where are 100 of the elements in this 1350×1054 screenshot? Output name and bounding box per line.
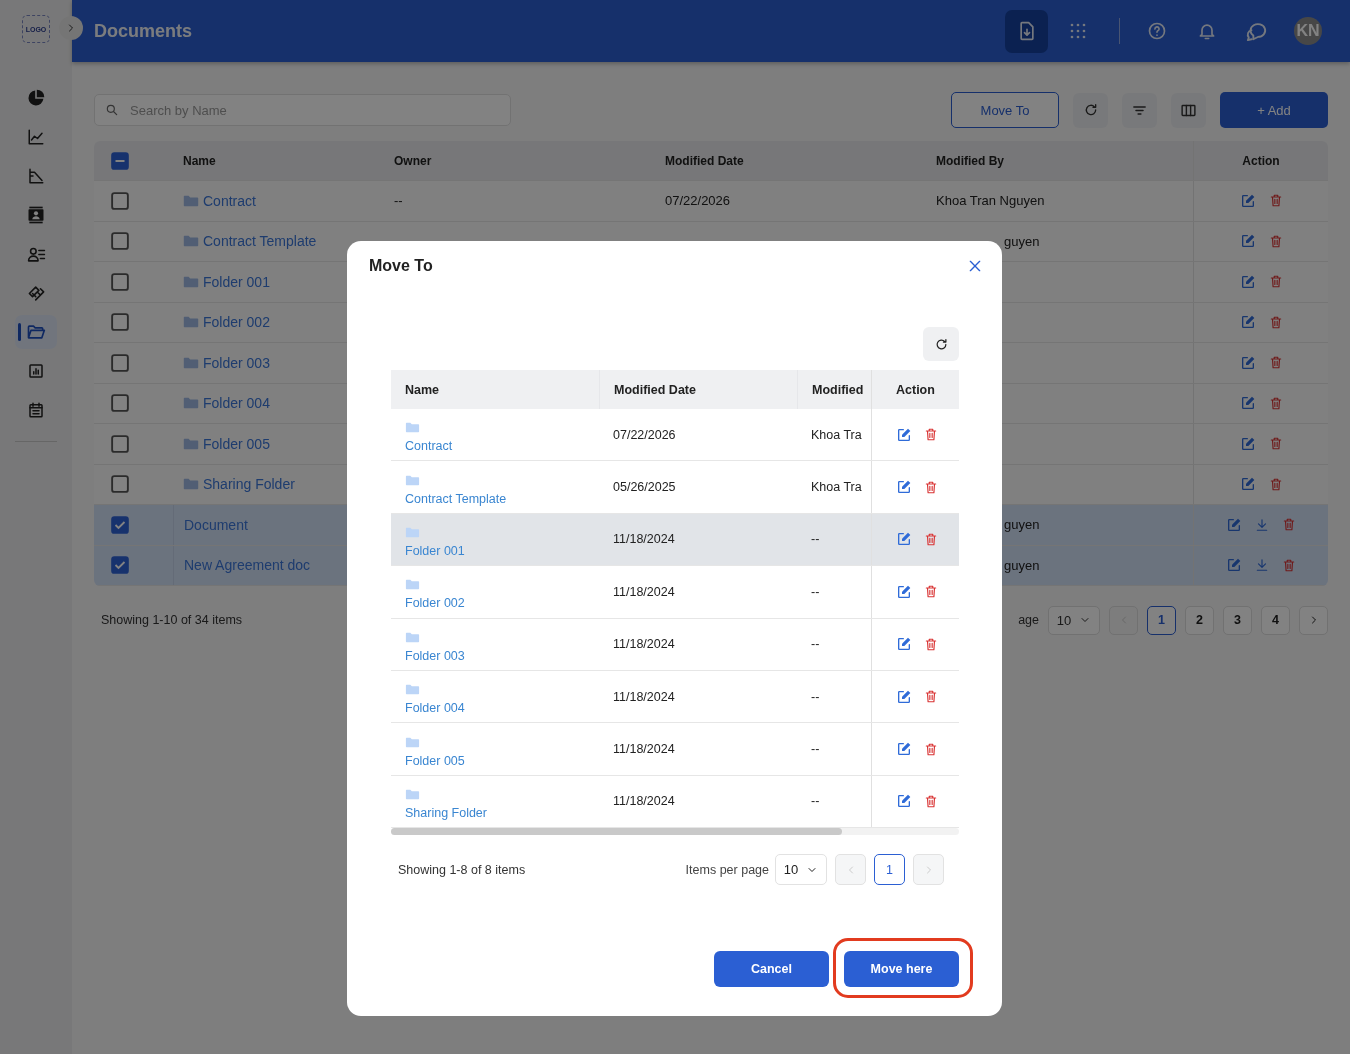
trash-icon: [1268, 193, 1283, 209]
folder-link[interactable]: Sharing Folder: [203, 476, 295, 493]
folder-link[interactable]: Sharing Folder: [405, 805, 487, 820]
refresh-button[interactable]: [1073, 92, 1108, 128]
folder-link[interactable]: Folder 001: [405, 543, 465, 558]
folder-icon: [405, 631, 420, 643]
table-cell: 11/18/2024: [613, 794, 675, 809]
folder-link[interactable]: Contract: [203, 192, 256, 209]
folder-link[interactable]: Folder 002: [405, 596, 465, 611]
item-count: Showing 1-8 of 8 items: [398, 862, 526, 877]
scrollbar[interactable]: [391, 828, 959, 836]
folder-link[interactable]: Folder 002: [203, 314, 270, 331]
calendar-icon: [27, 401, 45, 419]
folder-icon: [405, 474, 420, 486]
folder-icon: [183, 316, 199, 329]
table-row[interactable]: Folder 002 11/18/2024 --: [391, 566, 959, 619]
table-row[interactable]: Contract 07/22/2026 Khoa Tra: [391, 409, 959, 462]
table-cell: --: [811, 742, 820, 757]
column-header: Modified Date: [614, 382, 696, 397]
checkbox[interactable]: [111, 151, 129, 170]
page-button[interactable]: 2: [1185, 605, 1214, 635]
item-count: Showing 1-10 of 34 items: [101, 613, 243, 627]
edit-icon: [1239, 435, 1256, 452]
table-row[interactable]: Folder 004 11/18/2024 --: [391, 670, 959, 724]
checkbox[interactable]: [111, 475, 129, 494]
selected-row[interactable]: Folder 001 11/18/2024 --: [391, 513, 959, 567]
folder-link[interactable]: Contract: [405, 439, 453, 454]
trash-icon: [924, 584, 938, 600]
expand-button[interactable]: [59, 16, 83, 40]
folder-icon: [183, 194, 199, 207]
move-to-button[interactable]: Move To: [951, 92, 1059, 128]
checkbox[interactable]: [111, 394, 129, 413]
cancel-button[interactable]: Cancel: [714, 951, 829, 987]
contact-card-icon: [26, 205, 46, 225]
folder-link[interactable]: Folder 005: [405, 753, 465, 768]
columns-button[interactable]: [1171, 92, 1206, 128]
document-link[interactable]: New Agreement doc: [184, 557, 311, 574]
folder-icon: [405, 526, 420, 538]
checkbox[interactable]: [111, 556, 129, 575]
folder-link[interactable]: Folder 004: [405, 701, 465, 716]
checkbox[interactable]: [111, 191, 129, 210]
document-link[interactable]: Document: [184, 516, 248, 533]
trash-icon: [924, 741, 938, 757]
checkbox[interactable]: [111, 515, 129, 534]
checkbox[interactable]: [111, 232, 129, 251]
checkbox[interactable]: [111, 353, 129, 372]
edit-icon: [1239, 476, 1256, 493]
edit-icon: [1226, 557, 1242, 574]
column-header: Modified Date: [665, 153, 744, 168]
add-button[interactable]: + Add: [1220, 92, 1328, 128]
folder-icon: [405, 788, 420, 800]
folder-link[interactable]: Folder 003: [203, 354, 270, 371]
per-page-select[interactable]: 10: [775, 854, 827, 886]
folder-link[interactable]: Folder 004: [203, 395, 270, 412]
edit-icon: [1239, 233, 1256, 250]
table-cell: 11/18/2024: [613, 742, 675, 757]
toolbar-button[interactable]: [1005, 9, 1048, 53]
folder-link[interactable]: Folder 001: [203, 273, 270, 290]
page-button[interactable]: 3: [1223, 605, 1252, 635]
trash-icon: [1282, 517, 1296, 533]
edit-icon: [1239, 354, 1256, 371]
table-row[interactable]: Folder 005 11/18/2024 --: [391, 723, 959, 776]
page-title: Documents: [94, 20, 193, 42]
table-cell: Khoa Tran Nguyen: [936, 193, 1045, 209]
refresh-button[interactable]: [923, 327, 959, 361]
edit-icon: [896, 636, 912, 653]
folder-link[interactable]: Contract Template: [405, 491, 507, 506]
chart-icon: [27, 167, 45, 185]
column-header: Modified By: [936, 153, 1004, 168]
table-cell: --: [394, 193, 403, 209]
per-page-select[interactable]: 10: [1048, 605, 1100, 635]
checkbox[interactable]: [111, 313, 129, 332]
table-cell: guyen: [1004, 557, 1040, 573]
checkbox[interactable]: [111, 272, 129, 291]
table-row[interactable]: Sharing Folder 11/18/2024 --: [391, 775, 959, 829]
handshake-icon: [26, 283, 46, 303]
apps-grid-icon: [1068, 22, 1087, 40]
folder-link[interactable]: Folder 003: [405, 648, 465, 663]
edit-icon: [1226, 516, 1242, 533]
page-button[interactable]: 4: [1261, 605, 1290, 635]
trash-icon: [924, 689, 938, 705]
trash-icon: [1282, 557, 1296, 573]
help-icon: [1147, 21, 1167, 41]
column-header: Modified: [812, 382, 864, 397]
trash-icon: [924, 427, 938, 443]
page-button[interactable]: 1: [874, 854, 905, 886]
column-header: Owner: [394, 153, 432, 168]
page-button[interactable]: 1: [1147, 605, 1176, 635]
close-button[interactable]: [967, 258, 983, 274]
folder-icon: [183, 235, 199, 248]
move-here-button[interactable]: Move here: [844, 951, 959, 987]
folder-link[interactable]: Folder 005: [203, 435, 270, 452]
table-row[interactable]: Contract Template 05/26/2025 Khoa Tra: [391, 461, 959, 514]
nav-item[interactable]: [15, 315, 57, 349]
table-row[interactable]: Folder 003 11/18/2024 --: [391, 618, 959, 671]
folder-icon: [183, 478, 199, 491]
checkbox[interactable]: [111, 434, 129, 453]
folder-link[interactable]: Contract Template: [203, 233, 317, 250]
trash-icon: [1268, 274, 1283, 290]
filter-button[interactable]: [1122, 92, 1157, 128]
